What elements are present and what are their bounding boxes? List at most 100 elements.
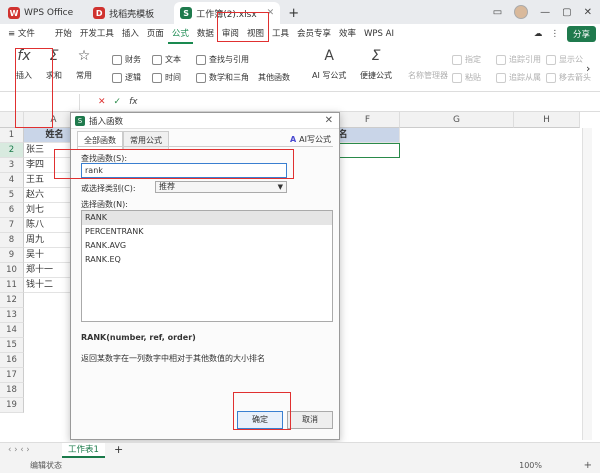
avatar[interactable]: [514, 5, 529, 19]
row-header[interactable]: 1: [0, 128, 24, 143]
column-header-g[interactable]: G: [400, 112, 514, 128]
zoom-in-icon[interactable]: +: [584, 460, 592, 471]
list-item[interactable]: RANK: [82, 211, 332, 225]
lookup-button[interactable]: 查找与引用: [196, 54, 249, 65]
show-formula-button[interactable]: 显示公: [546, 54, 583, 65]
row-header[interactable]: 9: [0, 248, 24, 263]
tab-label: 找稻壳模板: [109, 9, 155, 20]
row-header[interactable]: 18: [0, 383, 24, 398]
menu-file[interactable]: ≡ 文件: [4, 24, 39, 44]
menu-member[interactable]: 会员专享: [293, 24, 335, 44]
more-icon[interactable]: ⋮: [550, 29, 559, 39]
row-header[interactable]: 15: [0, 338, 24, 353]
ai-icon: A: [324, 48, 334, 64]
star-icon: ☆: [77, 48, 91, 64]
lookup-icon: [196, 54, 206, 65]
row-header[interactable]: 8: [0, 233, 24, 248]
row-header[interactable]: 16: [0, 353, 24, 368]
trace-precedents-label: 追踪引用: [509, 55, 541, 64]
menu-insert[interactable]: 插入: [118, 24, 143, 44]
other-functions-button[interactable]: 其他函数: [258, 72, 290, 83]
math-button[interactable]: 数学和三角: [196, 72, 249, 83]
show-formula-icon: [546, 54, 556, 65]
list-item[interactable]: RANK.EQ: [82, 253, 332, 267]
row-header[interactable]: 4: [0, 173, 24, 188]
row-header[interactable]: 10: [0, 263, 24, 278]
remove-arrows-button[interactable]: 移去箭头: [546, 72, 591, 83]
tab-wps-office[interactable]: W WPS Office: [2, 2, 79, 24]
menu-formula[interactable]: 公式: [167, 24, 193, 44]
name-manager-button[interactable]: 名称管理器: [408, 48, 448, 81]
menu-page[interactable]: 页面: [143, 24, 168, 44]
trace-dep-icon: [496, 72, 506, 83]
zoom-level[interactable]: 100%: [519, 461, 542, 470]
menu-home[interactable]: 开始: [51, 24, 76, 44]
row-header[interactable]: 12: [0, 293, 24, 308]
formula-bar: ✕ ✓ fx: [0, 92, 600, 112]
sheet-tab-1[interactable]: 工作表1: [62, 443, 105, 458]
edit-mode-status: 编辑状态: [30, 461, 62, 470]
cloud-icon[interactable]: ☁: [534, 29, 543, 39]
active-cell-f2[interactable]: [336, 143, 400, 158]
fx-formula-icon[interactable]: fx: [129, 97, 138, 107]
new-tab-button[interactable]: +: [282, 2, 305, 24]
logic-button[interactable]: 逻辑: [112, 72, 141, 83]
ai-formula-button[interactable]: A AI 写公式: [312, 48, 346, 81]
finance-icon: [112, 54, 122, 65]
close-icon[interactable]: ✕: [584, 7, 592, 18]
cancel-formula-icon[interactable]: ✕: [98, 97, 106, 107]
sheet-logo-icon: S: [75, 115, 85, 126]
dialog-title-bar[interactable]: S 插入函数: [71, 113, 339, 129]
ribbon-scroll-right-icon[interactable]: ›: [586, 62, 590, 75]
minimize-view-icon[interactable]: ▭: [493, 7, 502, 18]
category-label: 或选择类别(C):: [81, 184, 136, 193]
column-header-h[interactable]: H: [514, 112, 580, 128]
confirm-formula-icon[interactable]: ✓: [114, 97, 122, 107]
row-header[interactable]: 14: [0, 323, 24, 338]
time-button[interactable]: 时间: [152, 72, 181, 83]
tab-templates[interactable]: D 找稻壳模板: [87, 2, 160, 24]
minimize-icon[interactable]: —: [540, 7, 550, 18]
specify-button[interactable]: 指定: [452, 54, 481, 65]
row-header[interactable]: 3: [0, 158, 24, 173]
quick-formula-button[interactable]: Σ 便捷公式: [360, 48, 392, 81]
chevron-down-icon: ▼: [277, 183, 283, 191]
cancel-button[interactable]: 取消: [287, 411, 333, 429]
column-header-f[interactable]: F: [336, 112, 400, 128]
trace-precedents-button[interactable]: 追踪引用: [496, 54, 541, 65]
finance-button[interactable]: 财务: [112, 54, 141, 65]
row-header[interactable]: 5: [0, 188, 24, 203]
highlight-formula-tab: [217, 12, 269, 42]
row-header[interactable]: 6: [0, 203, 24, 218]
menu-tools[interactable]: 工具: [268, 24, 293, 44]
maximize-icon[interactable]: ▢: [562, 7, 571, 18]
add-sheet-button[interactable]: +: [114, 443, 123, 456]
menu-data[interactable]: 数据: [193, 24, 218, 44]
row-header[interactable]: 7: [0, 218, 24, 233]
row-header[interactable]: 19: [0, 398, 24, 413]
row-header[interactable]: 2: [0, 143, 24, 158]
row-header[interactable]: 11: [0, 278, 24, 293]
menu-developer[interactable]: 开发工具: [76, 24, 118, 44]
highlight-insert-function: [15, 48, 53, 128]
list-item[interactable]: PERCENTRANK: [82, 225, 332, 239]
text-button[interactable]: 文本: [152, 54, 181, 65]
paste-label: 粘贴: [465, 73, 481, 82]
sheet-nav-icons[interactable]: ‹ › ‹ ›: [8, 445, 30, 455]
show-formula-label: 显示公: [559, 55, 583, 64]
vertical-scrollbar[interactable]: [582, 128, 592, 440]
row-header[interactable]: 17: [0, 368, 24, 383]
list-item[interactable]: RANK.AVG: [82, 239, 332, 253]
trace-dependents-button[interactable]: 追踪从属: [496, 72, 541, 83]
menu-wps-ai[interactable]: WPS AI: [360, 24, 398, 44]
category-select[interactable]: 推荐 ▼: [155, 181, 287, 193]
menu-efficiency[interactable]: 效率: [335, 24, 360, 44]
common-functions-button[interactable]: ☆ 常用: [76, 48, 92, 81]
dialog-close-icon[interactable]: ✕: [325, 115, 333, 126]
ai-formula-link[interactable]: A AI写公式: [290, 134, 331, 145]
share-button[interactable]: 分享: [566, 26, 596, 42]
paste-name-button[interactable]: 粘贴: [452, 72, 481, 83]
row-header[interactable]: 13: [0, 308, 24, 323]
time-label: 时间: [165, 73, 181, 82]
function-list[interactable]: RANK PERCENTRANK RANK.AVG RANK.EQ: [81, 210, 333, 322]
